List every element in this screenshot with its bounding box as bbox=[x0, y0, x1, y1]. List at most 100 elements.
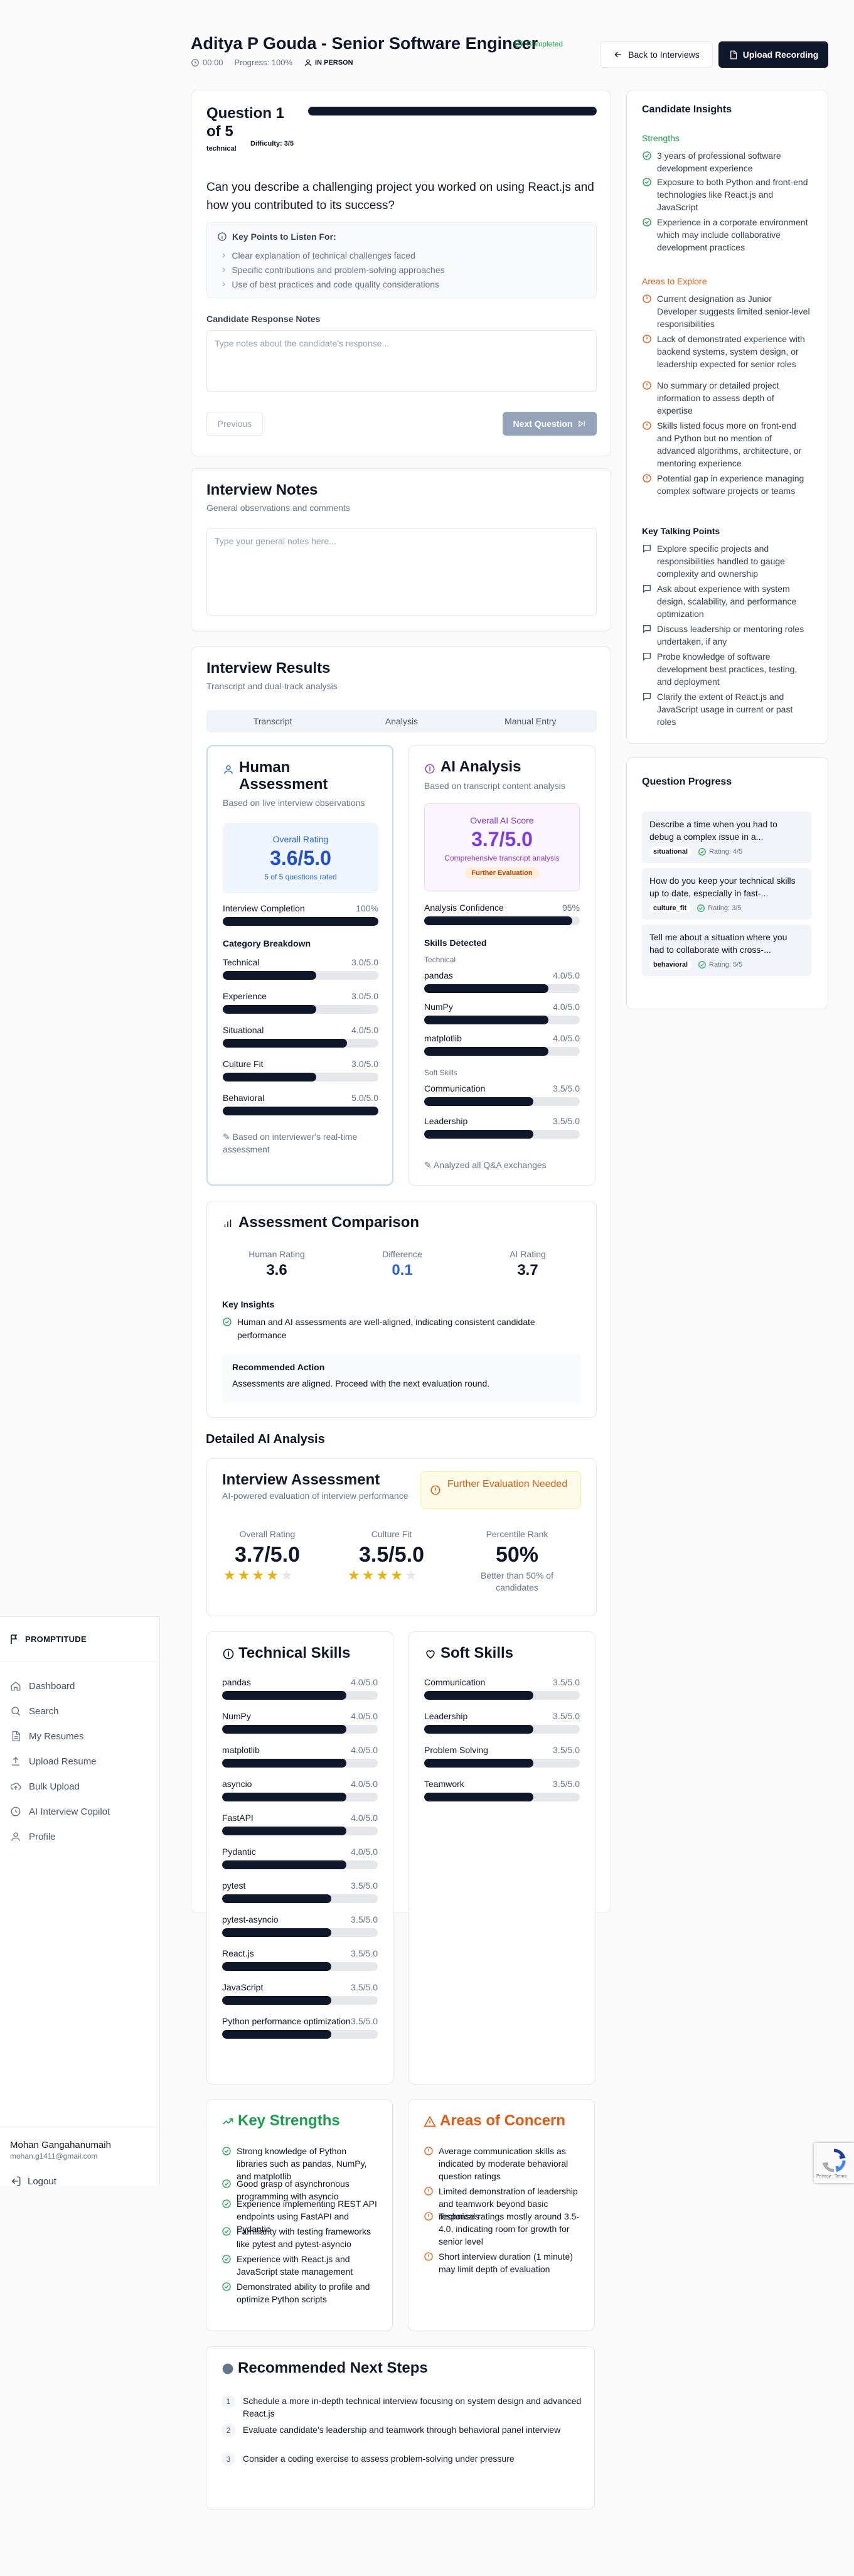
skill-row: Behavioral 5.0/5.0 bbox=[223, 1093, 378, 1115]
tab-transcript[interactable]: Transcript bbox=[208, 712, 337, 731]
skill-name: NumPy bbox=[222, 1711, 251, 1721]
key-points-header: Key Points to Listen For: bbox=[217, 232, 586, 242]
question-progress-text: Describe a time when you had to debug a … bbox=[649, 819, 777, 842]
list-item: Familiarity with testing frameworks like… bbox=[222, 2225, 378, 2250]
skill-value: 4.0/5.0 bbox=[351, 1847, 378, 1857]
skill-bar bbox=[223, 971, 378, 980]
upload-recording-button[interactable]: Upload Recording bbox=[718, 41, 828, 68]
skill-bar-fill bbox=[424, 1725, 533, 1734]
confidence-value: 95% bbox=[562, 903, 580, 913]
skill-row: Teamwork 3.5/5.0 bbox=[424, 1779, 580, 1801]
key-insight-item: Human and AI assessments are well-aligne… bbox=[222, 1316, 574, 1342]
sidebar-item-profile[interactable]: Profile bbox=[10, 1824, 149, 1849]
alert-circle-icon bbox=[643, 294, 651, 303]
logout-icon bbox=[11, 2176, 21, 2186]
skill-value: 4.0/5.0 bbox=[351, 1745, 378, 1755]
logout-button[interactable]: Logout bbox=[10, 2176, 149, 2187]
overall-rating-value: 3.6/5.0 bbox=[270, 847, 331, 869]
user-name: Mohan Gangahanumaih bbox=[10, 2140, 111, 2150]
sidebar-item-search[interactable]: Search bbox=[10, 1699, 149, 1724]
skill-bar bbox=[222, 1962, 378, 1971]
skill-bar-fill bbox=[222, 1962, 331, 1971]
skill-row: Python performance optimization 3.5/5.0 bbox=[222, 2016, 378, 2039]
question-progress-item[interactable]: Tell me about a situation where you had … bbox=[642, 925, 811, 976]
skill-value: 4.0/5.0 bbox=[351, 1025, 378, 1035]
star-filled-icon: ★ bbox=[223, 1567, 236, 1583]
bar-chart-icon bbox=[224, 1220, 232, 1227]
back-to-interviews-button[interactable]: Back to Interviews bbox=[600, 41, 713, 68]
confidence-label: Analysis Confidence bbox=[424, 903, 504, 913]
key-strengths-title: Key Strengths bbox=[238, 2112, 340, 2129]
skill-row-header: Communication 3.5/5.0 bbox=[424, 1677, 580, 1687]
bulk-upload-icon bbox=[10, 1783, 21, 1790]
list-item-text: Ask about experience with system design,… bbox=[657, 584, 797, 619]
alert-circle-icon bbox=[430, 1485, 440, 1495]
sidebar-item-label: Upload Resume bbox=[29, 1756, 97, 1767]
previous-button[interactable]: Previous bbox=[206, 412, 263, 436]
skill-row-header: Culture Fit 3.0/5.0 bbox=[223, 1059, 378, 1069]
list-item: Average communication skills as indicate… bbox=[424, 2145, 580, 2182]
sidebar-nav: Dashboard Search My Resumes Upload Resum… bbox=[0, 1662, 159, 1860]
skill-bar bbox=[424, 1793, 580, 1801]
check-circle-icon bbox=[643, 178, 651, 186]
sidebar-item-my-resumes[interactable]: My Resumes bbox=[10, 1724, 149, 1749]
skill-bar-fill bbox=[424, 984, 549, 993]
timer: 00:00 bbox=[191, 58, 223, 67]
skill-row: Problem Solving 3.5/5.0 bbox=[424, 1745, 580, 1768]
skill-value: 4.0/5.0 bbox=[553, 1033, 580, 1043]
skill-bar-fill bbox=[424, 1793, 533, 1801]
list-item-text: Current designation as Junior Developer … bbox=[657, 294, 810, 329]
rating-difference: Difference 0.1 bbox=[355, 1249, 449, 1279]
sidebar-item-upload-resume[interactable]: Upload Resume bbox=[10, 1749, 149, 1774]
ia-culture-value: 3.5/5.0 bbox=[359, 1543, 424, 1567]
question-progress-item[interactable]: Describe a time when you had to debug a … bbox=[642, 812, 811, 863]
question-progress-card: Question Progress Describe a time when y… bbox=[626, 757, 828, 1009]
skill-row-header: Leadership 3.5/5.0 bbox=[424, 1711, 580, 1721]
ai-analysis-card: AI Analysis Based on transcript content … bbox=[408, 745, 595, 1186]
list-item-text: Skills listed focus more on front-end an… bbox=[657, 421, 802, 468]
general-notes-input[interactable]: Type your general notes here... bbox=[206, 528, 597, 616]
technical-skills-card: Technical Skills pandas 4.0/5.0 NumPy 4.0/5… bbox=[206, 1631, 393, 2085]
recommended-action-label: Recommended Action bbox=[232, 1362, 325, 1372]
skill-value: 3.5/5.0 bbox=[351, 1982, 378, 1992]
next-steps-title: Recommended Next Steps bbox=[238, 2359, 428, 2376]
skill-bar bbox=[424, 1725, 580, 1734]
circle-icon bbox=[222, 2363, 233, 2375]
skill-bar-fill bbox=[222, 1725, 347, 1734]
next-question-button[interactable]: Next Question bbox=[503, 412, 597, 436]
response-notes-input[interactable]: Type notes about the candidate's respons… bbox=[206, 330, 597, 392]
list-item: Experience with React.js and JavaScript … bbox=[222, 2253, 378, 2278]
skill-name: Situational bbox=[223, 1025, 264, 1035]
tab-analysis[interactable]: Analysis bbox=[337, 712, 466, 731]
star-filled-icon: ★ bbox=[237, 1567, 250, 1583]
soft-skills-label: Soft Skills bbox=[424, 1068, 457, 1077]
interview-meta: 00:00 Progress: 100% IN PERSON bbox=[191, 58, 353, 67]
step-number: 3 bbox=[222, 2452, 235, 2466]
ia-culture-fit: Culture Fit 3.5/5.0 ★ ★ ★ ★ ★ bbox=[335, 1529, 448, 1582]
skill-row: Situational 4.0/5.0 bbox=[223, 1025, 378, 1048]
interview-assessment-card: Interview Assessment AI-powered evaluati… bbox=[206, 1458, 597, 1616]
key-points-list: Clear explanation of technical challenge… bbox=[217, 248, 586, 291]
tab-manual-entry[interactable]: Manual Entry bbox=[466, 712, 595, 731]
human-footnote-text: Based on interviewer's real-time assessm… bbox=[223, 1132, 358, 1154]
recaptcha-badge[interactable]: Privacy - Terms bbox=[814, 2143, 854, 2183]
sidebar-logo[interactable]: PROMPTITUDE bbox=[0, 1617, 159, 1662]
sidebar-item-label: My Resumes bbox=[29, 1731, 84, 1742]
sidebar-item-ai-interview-copilot[interactable]: AI Interview Copilot bbox=[10, 1799, 149, 1824]
skill-row-header: React.js 3.5/5.0 bbox=[222, 1948, 378, 1958]
sidebar-item-dashboard[interactable]: Dashboard bbox=[10, 1673, 149, 1699]
alert-circle-icon bbox=[424, 2212, 433, 2221]
human-assessment-subtitle: Based on live interview observations bbox=[223, 798, 365, 808]
detailed-ai-analysis-title: Detailed AI Analysis bbox=[206, 1432, 325, 1446]
question-progress-item[interactable]: How do you keep your technical skills up… bbox=[642, 868, 811, 920]
key-point-item: Clear explanation of technical challenge… bbox=[217, 248, 586, 262]
question-rating-text: Rating: 3/5 bbox=[708, 904, 742, 912]
skill-value: 3.5/5.0 bbox=[553, 1711, 580, 1721]
skill-row: NumPy 4.0/5.0 bbox=[424, 1002, 580, 1024]
home-icon bbox=[11, 1682, 21, 1691]
star-filled-icon: ★ bbox=[361, 1567, 375, 1583]
skill-value: 4.0/5.0 bbox=[553, 1002, 580, 1012]
key-points-box: Key Points to Listen For: Clear explanat… bbox=[206, 222, 597, 298]
list-item-text: Discuss leadership or mentoring roles un… bbox=[657, 624, 804, 647]
sidebar-item-bulk-upload[interactable]: Bulk Upload bbox=[10, 1774, 149, 1799]
